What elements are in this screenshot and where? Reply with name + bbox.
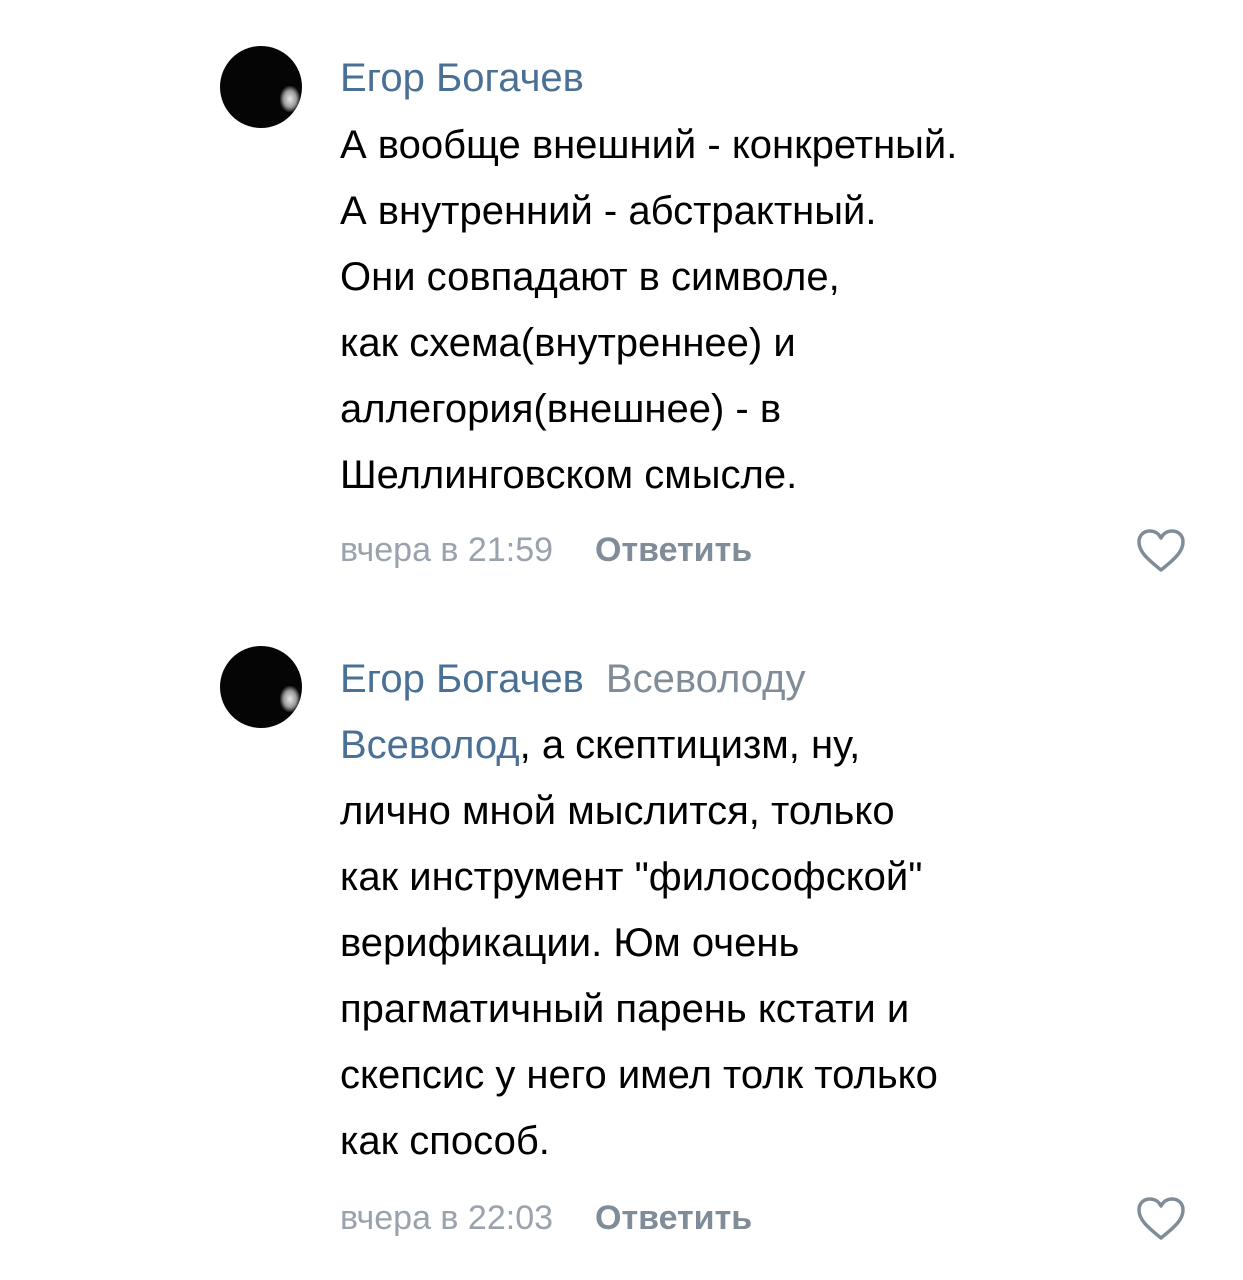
avatar[interactable] [220,46,302,128]
comment-header: Егор Богачев [340,54,584,102]
comment-text-body: , а скептицизм, ну, лично мной мыслится,… [340,723,938,1163]
author-name[interactable]: Егор Богачев [340,56,584,100]
comment-text: А вообще внешний - конкретный. А внутрен… [340,123,958,497]
mention-link[interactable]: Всеволод [340,723,520,767]
timestamp: вчера в 21:59 [340,531,554,569]
heart-outline-icon[interactable] [1136,1196,1186,1242]
heart-outline-icon[interactable] [1136,528,1186,574]
avatar[interactable] [220,646,302,728]
timestamp: вчера в 22:03 [340,1199,554,1237]
comment-meta: вчера в 21:59 Ответить [340,530,752,570]
reply-to-name[interactable]: Всеволоду [606,657,806,701]
reply-button[interactable]: Ответить [595,531,752,569]
author-name[interactable]: Егор Богачев [340,657,584,701]
avatar-image [280,686,300,712]
comment-meta: вчера в 22:03 Ответить [340,1198,752,1238]
reply-button[interactable]: Ответить [595,1199,752,1237]
avatar-image [280,86,300,112]
comment-text: Всеволод, а скептицизм, ну, лично мной м… [340,712,1200,1174]
comment-header: Егор Богачев Всеволоду [340,655,806,703]
